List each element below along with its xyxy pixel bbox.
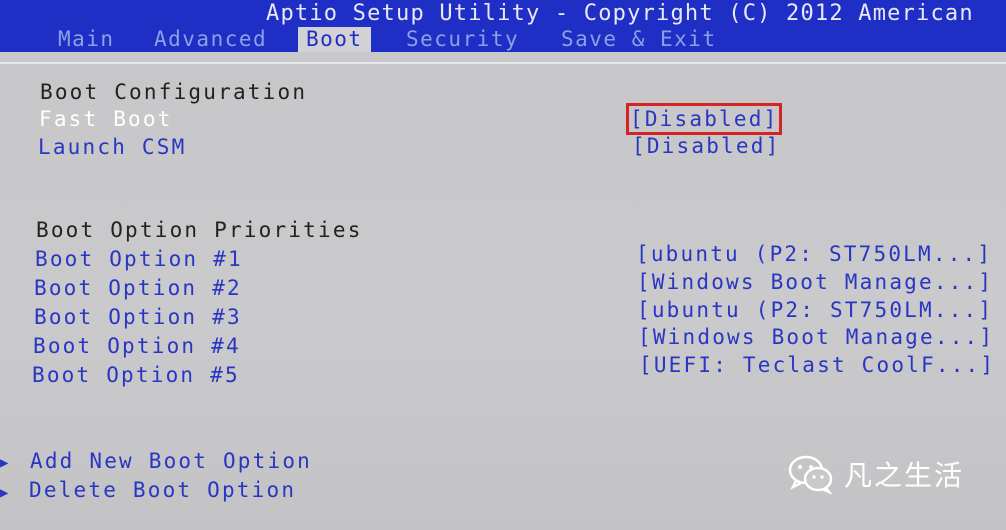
boot-option-4-value[interactable]: [Windows Boot Manage...] (638, 325, 994, 349)
boot-option-2-value[interactable]: [Windows Boot Manage...] (637, 270, 993, 294)
delete-boot-option-link[interactable]: Delete Boot Option (29, 478, 296, 502)
boot-option-2-label[interactable]: Boot Option #2 (34, 276, 242, 300)
boot-configuration-heading: Boot Configuration (40, 80, 308, 104)
launch-csm-label[interactable]: Launch CSM (38, 135, 186, 159)
submenu-arrow-icon: ▶ (0, 455, 9, 471)
watermark: 凡之生活 (788, 452, 964, 496)
boot-option-1-label[interactable]: Boot Option #1 (35, 247, 243, 271)
boot-option-3-label[interactable]: Boot Option #3 (34, 305, 242, 329)
fast-boot-value[interactable]: [Disabled] (625, 103, 783, 135)
add-boot-option-link[interactable]: Add New Boot Option (30, 449, 312, 473)
wechat-icon (788, 455, 833, 494)
launch-csm-value[interactable]: [Disabled] (632, 134, 780, 158)
boot-option-5-value[interactable]: [UEFI: Teclast CoolF...] (639, 353, 995, 377)
tab-advanced[interactable]: Advanced (146, 27, 275, 52)
tab-security[interactable]: Security (398, 27, 527, 52)
title-bar: Aptio Setup Utility - Copyright (C) 2012… (0, 0, 1006, 52)
submenu-arrow-icon: ▶ (0, 485, 9, 501)
tab-boot[interactable]: Boot (298, 27, 371, 52)
watermark-text: 凡之生活 (844, 459, 965, 492)
boot-option-1-value[interactable]: [ubuntu (P2: ST750LM...] (636, 242, 992, 266)
boot-option-4-label[interactable]: Boot Option #4 (33, 334, 241, 358)
tab-save-exit[interactable]: Save & Exit (553, 27, 725, 52)
tab-main[interactable]: Main (50, 27, 123, 52)
boot-option-5-label[interactable]: Boot Option #5 (32, 363, 240, 387)
app-title: Aptio Setup Utility - Copyright (C) 2012… (266, 1, 974, 26)
boot-option-3-value[interactable]: [ubuntu (P2: ST750LM...] (637, 298, 993, 322)
boot-priorities-heading: Boot Option Priorities (36, 218, 363, 242)
fast-boot-label[interactable]: Fast Boot (39, 107, 173, 131)
